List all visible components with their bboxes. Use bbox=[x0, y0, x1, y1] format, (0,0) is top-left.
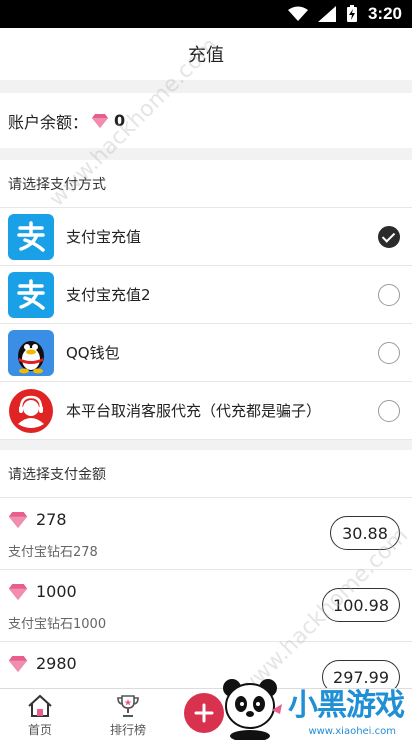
alipay-icon bbox=[8, 271, 54, 318]
payment-method-section-title: 请选择支付方式 bbox=[0, 160, 412, 208]
amount-description: 支付宝钻石1000 bbox=[8, 617, 107, 632]
radio-unchecked-icon[interactable] bbox=[378, 400, 400, 422]
trophy-icon bbox=[117, 694, 139, 717]
signal-icon bbox=[317, 6, 336, 22]
diamond-icon bbox=[8, 511, 28, 528]
payment-option-qq-wallet[interactable]: QQ钱包 bbox=[0, 324, 412, 382]
payment-method-heading: 请选择支付方式 bbox=[8, 176, 106, 193]
page-title-bar: 充值 bbox=[0, 28, 412, 80]
radio-unchecked-icon[interactable] bbox=[378, 342, 400, 364]
clock: 3:20 bbox=[367, 4, 402, 23]
wifi-icon bbox=[287, 6, 308, 21]
payment-amount-list: 278 支付宝钻石278 30.88 1000 支付宝钻石1000 100.98… bbox=[0, 498, 412, 688]
balance-label: 账户余额： bbox=[8, 112, 89, 132]
account-balance: 账户余额： 0 bbox=[0, 93, 412, 148]
customer-service-icon bbox=[8, 388, 54, 434]
page-title: 充值 bbox=[188, 45, 224, 66]
alipay-icon bbox=[8, 213, 54, 260]
qq-penguin-icon bbox=[8, 329, 54, 376]
payment-option-alipay-2[interactable]: 支付宝充值2 bbox=[0, 266, 412, 324]
price-button[interactable]: 30.88 bbox=[330, 516, 400, 550]
payment-option-label: 支付宝充值2 bbox=[66, 286, 151, 304]
diamond-amount: 278 bbox=[36, 510, 67, 529]
amount-diamond-count: 2980 bbox=[8, 654, 77, 673]
tab-home[interactable]: 首页 bbox=[0, 689, 80, 741]
brand-watermark: 小黑游戏 www.xiaohei.com bbox=[218, 672, 412, 741]
home-icon bbox=[28, 694, 52, 717]
diamond-icon bbox=[8, 655, 28, 672]
payment-amount-heading: 请选择支付金额 bbox=[8, 466, 106, 483]
amount-option-1000[interactable]: 1000 支付宝钻石1000 100.98 bbox=[0, 570, 412, 642]
payment-amount-section-title: 请选择支付金额 bbox=[0, 450, 412, 498]
radio-unchecked-icon[interactable] bbox=[378, 284, 400, 306]
brand-url: www.xiaohei.com bbox=[308, 726, 396, 737]
payment-option-alipay[interactable]: 支付宝充值 bbox=[0, 208, 412, 266]
plus-icon bbox=[194, 703, 214, 723]
radio-checked-icon[interactable] bbox=[378, 226, 400, 248]
amount-diamond-count: 1000 bbox=[8, 582, 77, 601]
panda-mascot-icon bbox=[223, 679, 282, 740]
status-bar: 3:20 bbox=[0, 0, 412, 28]
diamond-icon bbox=[8, 583, 28, 600]
amount-description: 支付宝钻石278 bbox=[8, 545, 98, 560]
payment-option-label: 本平台取消客服代充（代充都是骗子） bbox=[66, 402, 322, 420]
payment-method-list: 支付宝充值 支付宝充值2 QQ钱包 本平台取消客服代充（代充都是骗子） bbox=[0, 208, 412, 440]
balance-value: 0 bbox=[114, 111, 126, 130]
diamond-amount: 1000 bbox=[36, 582, 77, 601]
amount-option-278[interactable]: 278 支付宝钻石278 30.88 bbox=[0, 498, 412, 570]
payment-option-customer-service[interactable]: 本平台取消客服代充（代充都是骗子） bbox=[0, 382, 412, 440]
price-button[interactable]: 100.98 bbox=[322, 588, 400, 622]
brand-name: 小黑游戏 bbox=[288, 688, 405, 723]
battery-icon bbox=[346, 5, 357, 22]
payment-option-label: QQ钱包 bbox=[66, 344, 120, 362]
tab-ranking[interactable]: 排行榜 bbox=[88, 689, 168, 741]
amount-diamond-count: 278 bbox=[8, 510, 67, 529]
payment-option-label: 支付宝充值 bbox=[66, 228, 142, 246]
diamond-icon bbox=[92, 113, 109, 128]
diamond-amount: 2980 bbox=[36, 654, 77, 673]
tab-label: 首页 bbox=[27, 722, 52, 737]
tab-label: 排行榜 bbox=[109, 722, 146, 737]
